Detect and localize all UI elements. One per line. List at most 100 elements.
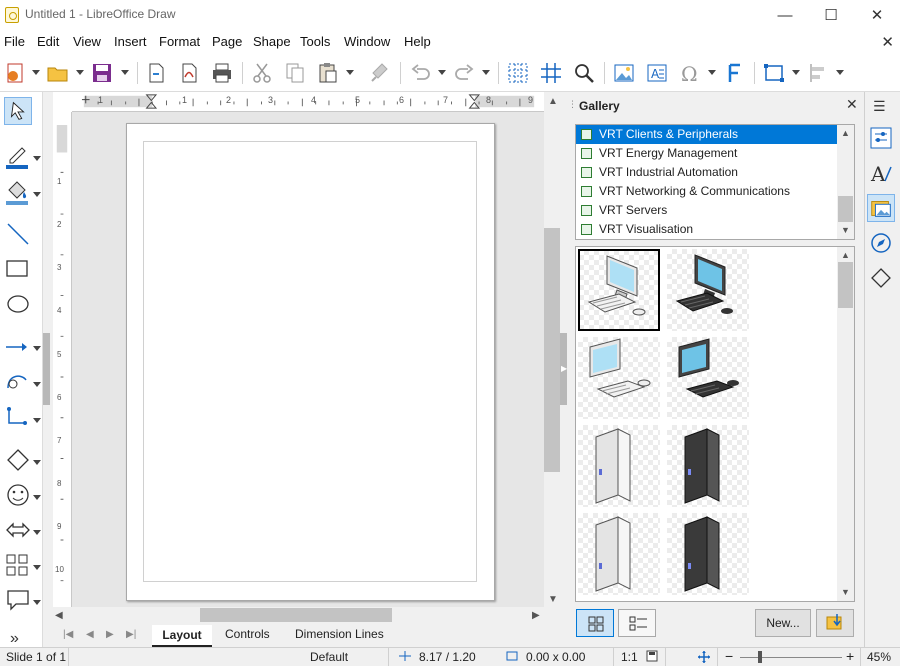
- fill-color-dropdown[interactable]: [33, 192, 41, 197]
- minimize-button[interactable]: —: [762, 0, 808, 30]
- tab-prev-button[interactable]: ◀: [86, 629, 94, 640]
- scroll-left-arrow[interactable]: ◀: [55, 610, 63, 621]
- theme-scroll-up[interactable]: ▲: [841, 128, 850, 138]
- menu-edit[interactable]: Edit: [37, 34, 59, 49]
- zoom-level[interactable]: 45%: [867, 650, 891, 664]
- fill-color-icon[interactable]: [4, 178, 32, 206]
- basic-shapes-dropdown[interactable]: [33, 460, 41, 465]
- block-arrows-icon[interactable]: [4, 516, 32, 544]
- helplines-icon[interactable]: [539, 61, 563, 85]
- gallery-item[interactable]: [667, 249, 749, 331]
- drawing-toolbar-overflow[interactable]: »: [10, 630, 19, 648]
- detailed-view-button[interactable]: [618, 609, 656, 637]
- undo-icon[interactable]: [409, 61, 433, 85]
- symbol-shapes-icon[interactable]: [4, 481, 32, 509]
- tab-controls[interactable]: Controls: [225, 627, 270, 641]
- display-grid-icon[interactable]: [506, 61, 530, 85]
- menu-insert[interactable]: Insert: [114, 34, 147, 49]
- flowchart-icon[interactable]: [4, 551, 32, 579]
- menu-tools[interactable]: Tools: [300, 34, 330, 49]
- paste-dropdown-arrow[interactable]: [346, 70, 354, 75]
- theme-list-scroll-thumb[interactable]: [838, 196, 853, 222]
- print-icon[interactable]: [210, 61, 234, 85]
- line-color-icon[interactable]: [4, 142, 32, 170]
- gallery-item[interactable]: [578, 425, 660, 507]
- gallery-item[interactable]: [667, 337, 749, 419]
- zoom-slider-thumb[interactable]: [758, 651, 762, 663]
- maximize-button[interactable]: ☐: [808, 0, 854, 30]
- tab-layout[interactable]: Layout: [152, 625, 212, 647]
- close-document-button[interactable]: ✕: [881, 33, 894, 51]
- curves-polygons-icon[interactable]: [4, 368, 32, 396]
- menu-format[interactable]: Format: [159, 34, 200, 49]
- theme-item[interactable]: VRT Industrial Automation: [576, 163, 837, 182]
- gallery-item[interactable]: [667, 425, 749, 507]
- theme-properties-button[interactable]: [816, 609, 854, 637]
- menu-window[interactable]: Window: [344, 34, 390, 49]
- gallery-item[interactable]: [578, 337, 660, 419]
- fit-slide-icon[interactable]: [697, 650, 711, 664]
- clone-formatting-icon[interactable]: [368, 61, 392, 85]
- rectangle-icon[interactable]: [4, 255, 32, 283]
- menu-shape[interactable]: Shape: [253, 34, 291, 49]
- line-color-dropdown[interactable]: [33, 156, 41, 161]
- icon-view-button[interactable]: [576, 609, 614, 637]
- tab-next-button[interactable]: ▶: [106, 629, 114, 640]
- export-icon[interactable]: [144, 61, 168, 85]
- connectors-dropdown[interactable]: [33, 418, 41, 423]
- connectors-icon[interactable]: [4, 404, 32, 432]
- symbol-shapes-dropdown[interactable]: [33, 495, 41, 500]
- styles-icon[interactable]: A: [867, 159, 895, 187]
- new-document-icon[interactable]: [4, 61, 28, 85]
- gallery-item[interactable]: [667, 513, 749, 595]
- new-theme-button[interactable]: New...: [755, 609, 811, 637]
- new-dropdown-arrow[interactable]: [32, 70, 40, 75]
- callout-shapes-icon[interactable]: [4, 586, 32, 614]
- paste-icon[interactable]: [316, 61, 340, 85]
- items-scroll-up[interactable]: ▲: [841, 250, 850, 260]
- sidebar-menu-icon[interactable]: ☰: [873, 98, 886, 115]
- special-character-dropdown[interactable]: [708, 70, 716, 75]
- flowchart-dropdown[interactable]: [33, 565, 41, 570]
- gallery-close-button[interactable]: ✕: [846, 96, 858, 113]
- zoom-out-button[interactable]: −: [725, 648, 733, 664]
- horizontal-ruler[interactable]: [72, 92, 546, 112]
- gallery-items-scroll-thumb[interactable]: [838, 262, 853, 308]
- basic-shapes-icon[interactable]: [4, 446, 32, 474]
- close-window-button[interactable]: ✕: [854, 0, 900, 30]
- curves-dropdown[interactable]: [33, 382, 41, 387]
- navigator-icon[interactable]: [867, 229, 895, 257]
- fontwork-icon[interactable]: [722, 61, 746, 85]
- insert-line-icon[interactable]: [4, 220, 32, 248]
- open-folder-icon[interactable]: [46, 61, 70, 85]
- theme-item[interactable]: VRT Clients & Peripherals: [576, 125, 837, 144]
- theme-item[interactable]: VRT Visualisation: [576, 220, 837, 239]
- vertical-scroll-thumb[interactable]: [544, 228, 560, 472]
- toolbar-collapse-handle[interactable]: [43, 333, 50, 405]
- scroll-down-arrow[interactable]: ▼: [548, 594, 558, 605]
- insert-textbox-icon[interactable]: A: [645, 61, 669, 85]
- menu-view[interactable]: View: [73, 34, 101, 49]
- select-arrow-icon[interactable]: [4, 97, 32, 125]
- tab-first-button[interactable]: |◀: [63, 629, 73, 640]
- theme-scroll-down[interactable]: ▼: [841, 225, 850, 235]
- transformations-icon[interactable]: [762, 61, 786, 85]
- scroll-right-arrow[interactable]: ▶: [532, 610, 540, 621]
- align-dropdown[interactable]: [836, 70, 844, 75]
- horizontal-scroll-thumb[interactable]: [200, 608, 392, 622]
- ellipse-icon[interactable]: [4, 290, 32, 318]
- zoom-slider-track[interactable]: [740, 657, 842, 658]
- theme-item[interactable]: VRT Networking & Communications: [576, 182, 837, 201]
- export-pdf-icon[interactable]: [177, 61, 201, 85]
- tab-dimension-lines[interactable]: Dimension Lines: [295, 627, 384, 641]
- lines-arrows-dropdown[interactable]: [33, 346, 41, 351]
- insert-image-icon[interactable]: [612, 61, 636, 85]
- menu-page[interactable]: Page: [212, 34, 242, 49]
- copy-icon[interactable]: [283, 61, 307, 85]
- special-character-icon[interactable]: Ω: [678, 61, 702, 85]
- align-objects-icon[interactable]: [806, 61, 830, 85]
- properties-icon[interactable]: [867, 124, 895, 152]
- menu-file[interactable]: File: [4, 34, 25, 49]
- redo-dropdown-arrow[interactable]: [482, 70, 490, 75]
- gallery-item[interactable]: [578, 249, 660, 331]
